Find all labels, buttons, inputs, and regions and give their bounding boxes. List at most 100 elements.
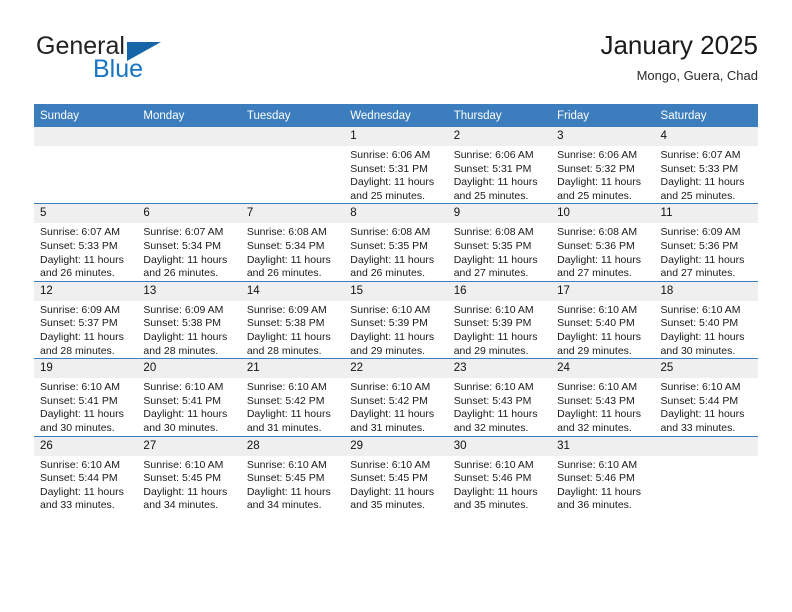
calendar-day-cell[interactable]: 2 Sunrise: 6:06 AM Sunset: 5:31 PM Daylight… [447, 127, 552, 204]
daylight-text: Daylight: 11 hours and 26 minutes. [350, 253, 435, 280]
calendar-day-cell[interactable]: 12 Sunrise: 6:09 AM Sunset: 5:37 PM Dayligh… [34, 280, 138, 359]
sunset-text: Sunset: 5:34 PM [246, 239, 325, 252]
calendar-day-cell[interactable]: 15 Sunrise: 6:10 AM Sunset: 5:39 PM Dayligh… [344, 280, 448, 359]
daylight-text: Daylight: 11 hours and 32 minutes. [453, 408, 538, 434]
daylight-text: Daylight: 11 hours and 28 minutes. [246, 330, 331, 357]
sunrise-text: Sunrise: 6:10 AM [453, 381, 534, 394]
daylight-text: Daylight: 11 hours and 31 minutes. [246, 408, 331, 434]
day-details: Sunrise: 6:07 AM Sunset: 5:33 PM Daylight:… [655, 146, 758, 203]
calendar-day-cell[interactable]: 27 Sunrise: 6:10 AM Sunset: 5:45 PM Dayligh… [137, 435, 241, 513]
sunset-text: Sunset: 5:37 PM [40, 317, 118, 330]
daylight-text: Daylight: 11 hours and 30 minutes. [40, 408, 124, 434]
calendar-day-cell[interactable]: 28 Sunrise: 6:10 AM Sunset: 5:45 PM Dayligh… [240, 435, 345, 513]
calendar-week-row: 5 Sunrise: 6:07 AM Sunset: 5:33 PM Daylight… [34, 203, 758, 282]
sunrise-text: Sunrise: 6:10 AM [350, 303, 431, 316]
sunset-text: Sunset: 5:43 PM [557, 394, 635, 407]
day-number: 25 [654, 359, 758, 379]
calendar-day-cell[interactable]: 5 Sunrise: 6:07 AM Sunset: 5:33 PM Daylight… [34, 203, 138, 282]
calendar-day-cell[interactable]: 11 Sunrise: 6:09 AM Sunset: 5:36 PM Dayligh… [654, 203, 758, 282]
calendar-day-cell[interactable]: 3 Sunrise: 6:06 AM Sunset: 5:32 PM Daylight… [551, 127, 655, 204]
calendar-day-cell[interactable]: 17 Sunrise: 6:10 AM Sunset: 5:40 PM Dayligh… [551, 280, 655, 359]
day-number: 2 [447, 127, 552, 146]
weekday-header-row: Sunday Monday Tuesday Wednesday Thursday Frid… [34, 104, 758, 127]
sunrise-text: Sunrise: 6:10 AM [246, 381, 327, 394]
brand-logo[interactable]: General Blue [34, 32, 294, 94]
day-details: Sunrise: 6:07 AM Sunset: 5:33 PM Daylight:… [34, 223, 137, 280]
calendar-day-cell[interactable]: 23 Sunrise: 6:10 AM Sunset: 5:43 PM Dayligh… [447, 358, 552, 436]
calendar-cell-empty [34, 127, 138, 204]
day-details: Sunrise: 6:10 AM Sunset: 5:39 PM Daylight:… [344, 301, 447, 358]
sunset-text: Sunset: 5:42 PM [246, 394, 325, 407]
sunset-text: Sunset: 5:44 PM [660, 394, 739, 407]
calendar-week-row: 1 Sunrise: 6:06 AM Sunset: 5:31 PM Daylight… [34, 127, 758, 204]
sunset-text: Sunset: 5:46 PM [557, 472, 635, 485]
calendar-day-cell[interactable]: 26 Sunrise: 6:10 AM Sunset: 5:44 PM Dayligh… [34, 435, 138, 513]
calendar-day-cell[interactable]: 7 Sunrise: 6:08 AM Sunset: 5:34 PM Daylight… [240, 203, 345, 282]
day-number: 30 [447, 436, 552, 456]
day-details: Sunrise: 6:06 AM Sunset: 5:31 PM Daylight:… [448, 146, 551, 203]
daylight-text: Daylight: 11 hours and 29 minutes. [557, 330, 641, 357]
sunrise-text: Sunrise: 6:10 AM [660, 303, 741, 316]
calendar-day-cell[interactable]: 8 Sunrise: 6:08 AM Sunset: 5:35 PM Daylight… [344, 203, 448, 282]
calendar-day-cell[interactable]: 16 Sunrise: 6:10 AM Sunset: 5:39 PM Dayligh… [447, 280, 552, 359]
calendar-day-cell[interactable]: 1 Sunrise: 6:06 AM Sunset: 5:31 PM Daylight… [344, 127, 448, 204]
day-number: 4 [654, 127, 758, 146]
day-number: 27 [137, 436, 241, 456]
daylight-text: Daylight: 11 hours and 26 minutes. [40, 253, 124, 280]
day-number: 17 [551, 281, 655, 301]
calendar-head: Sunday Monday Tuesday Wednesday Thursday Frid… [34, 104, 758, 127]
sunrise-text: Sunrise: 6:07 AM [40, 226, 120, 239]
day-details: Sunrise: 6:10 AM Sunset: 5:45 PM Daylight:… [241, 456, 344, 513]
day-number: 20 [137, 359, 241, 379]
calendar-day-cell[interactable]: 29 Sunrise: 6:10 AM Sunset: 5:45 PM Dayligh… [344, 435, 448, 513]
calendar-week-row: 12 Sunrise: 6:09 AM Sunset: 5:37 PM Dayligh… [34, 280, 758, 359]
day-number: 6 [137, 204, 241, 224]
calendar-day-cell[interactable]: 20 Sunrise: 6:10 AM Sunset: 5:41 PM Dayligh… [137, 358, 241, 436]
sunset-text: Sunset: 5:34 PM [143, 239, 222, 252]
calendar-day-cell[interactable]: 4 Sunrise: 6:07 AM Sunset: 5:33 PM Daylight… [654, 127, 758, 204]
calendar-day-cell[interactable]: 31 Sunrise: 6:10 AM Sunset: 5:46 PM Dayligh… [551, 435, 655, 513]
day-details: Sunrise: 6:10 AM Sunset: 5:45 PM Daylight:… [344, 456, 447, 513]
calendar-day-cell[interactable]: 6 Sunrise: 6:07 AM Sunset: 5:34 PM Daylight… [137, 203, 241, 282]
day-details: Sunrise: 6:10 AM Sunset: 5:42 PM Daylight:… [344, 378, 447, 435]
daylight-text: Daylight: 11 hours and 25 minutes. [350, 176, 435, 202]
calendar-day-cell[interactable]: 14 Sunrise: 6:09 AM Sunset: 5:38 PM Dayligh… [240, 280, 345, 359]
calendar-page: General Blue January 2025 Mongo, Guera, … [0, 0, 792, 612]
weekday-header-tuesday: Tuesday [240, 104, 345, 127]
day-details: Sunrise: 6:10 AM Sunset: 5:44 PM Daylight:… [34, 456, 137, 513]
day-number: 11 [654, 204, 758, 224]
calendar-day-cell[interactable]: 19 Sunrise: 6:10 AM Sunset: 5:41 PM Dayligh… [34, 358, 138, 436]
day-number: 15 [344, 281, 448, 301]
sunset-text: Sunset: 5:31 PM [350, 162, 428, 175]
calendar-day-cell[interactable]: 30 Sunrise: 6:10 AM Sunset: 5:46 PM Dayligh… [447, 435, 552, 513]
daylight-text: Daylight: 11 hours and 27 minutes. [557, 253, 641, 280]
calendar-day-cell[interactable]: 10 Sunrise: 6:08 AM Sunset: 5:36 PM Dayligh… [551, 203, 655, 282]
calendar-day-cell[interactable]: 24 Sunrise: 6:10 AM Sunset: 5:43 PM Dayligh… [551, 358, 655, 436]
day-number: 29 [344, 436, 448, 456]
daylight-text: Daylight: 11 hours and 35 minutes. [453, 485, 538, 512]
sunset-text: Sunset: 5:35 PM [453, 239, 532, 252]
sunrise-text: Sunrise: 6:06 AM [453, 149, 534, 161]
sunrise-text: Sunrise: 6:07 AM [143, 226, 224, 239]
day-number: 26 [34, 436, 138, 456]
calendar-day-cell[interactable]: 22 Sunrise: 6:10 AM Sunset: 5:42 PM Dayligh… [344, 358, 448, 436]
calendar-day-cell[interactable]: 21 Sunrise: 6:10 AM Sunset: 5:42 PM Dayligh… [240, 358, 345, 436]
daylight-text: Daylight: 11 hours and 35 minutes. [350, 485, 435, 512]
day-number [240, 127, 345, 146]
day-number [137, 127, 241, 146]
sunrise-text: Sunrise: 6:07 AM [660, 149, 741, 161]
calendar-day-cell[interactable]: 25 Sunrise: 6:10 AM Sunset: 5:44 PM Dayligh… [654, 358, 758, 436]
day-details: Sunrise: 6:07 AM Sunset: 5:34 PM Daylight:… [137, 223, 240, 280]
calendar-day-cell[interactable]: 13 Sunrise: 6:09 AM Sunset: 5:38 PM Dayligh… [137, 280, 241, 359]
weekday-header-thursday: Thursday [447, 104, 552, 127]
page-header: General Blue January 2025 Mongo, Guera, … [34, 30, 758, 94]
day-details: Sunrise: 6:10 AM Sunset: 5:43 PM Daylight:… [448, 378, 551, 435]
calendar-day-cell[interactable]: 18 Sunrise: 6:10 AM Sunset: 5:40 PM Dayligh… [654, 280, 758, 359]
sunrise-text: Sunrise: 6:10 AM [350, 458, 431, 471]
day-details: Sunrise: 6:08 AM Sunset: 5:35 PM Daylight:… [448, 223, 551, 280]
day-number: 21 [240, 359, 345, 379]
day-details: Sunrise: 6:06 AM Sunset: 5:32 PM Daylight:… [551, 146, 654, 203]
sunrise-text: Sunrise: 6:10 AM [246, 458, 327, 471]
weekday-header-monday: Monday [137, 104, 241, 127]
calendar-day-cell[interactable]: 9 Sunrise: 6:08 AM Sunset: 5:35 PM Daylight… [447, 203, 552, 282]
